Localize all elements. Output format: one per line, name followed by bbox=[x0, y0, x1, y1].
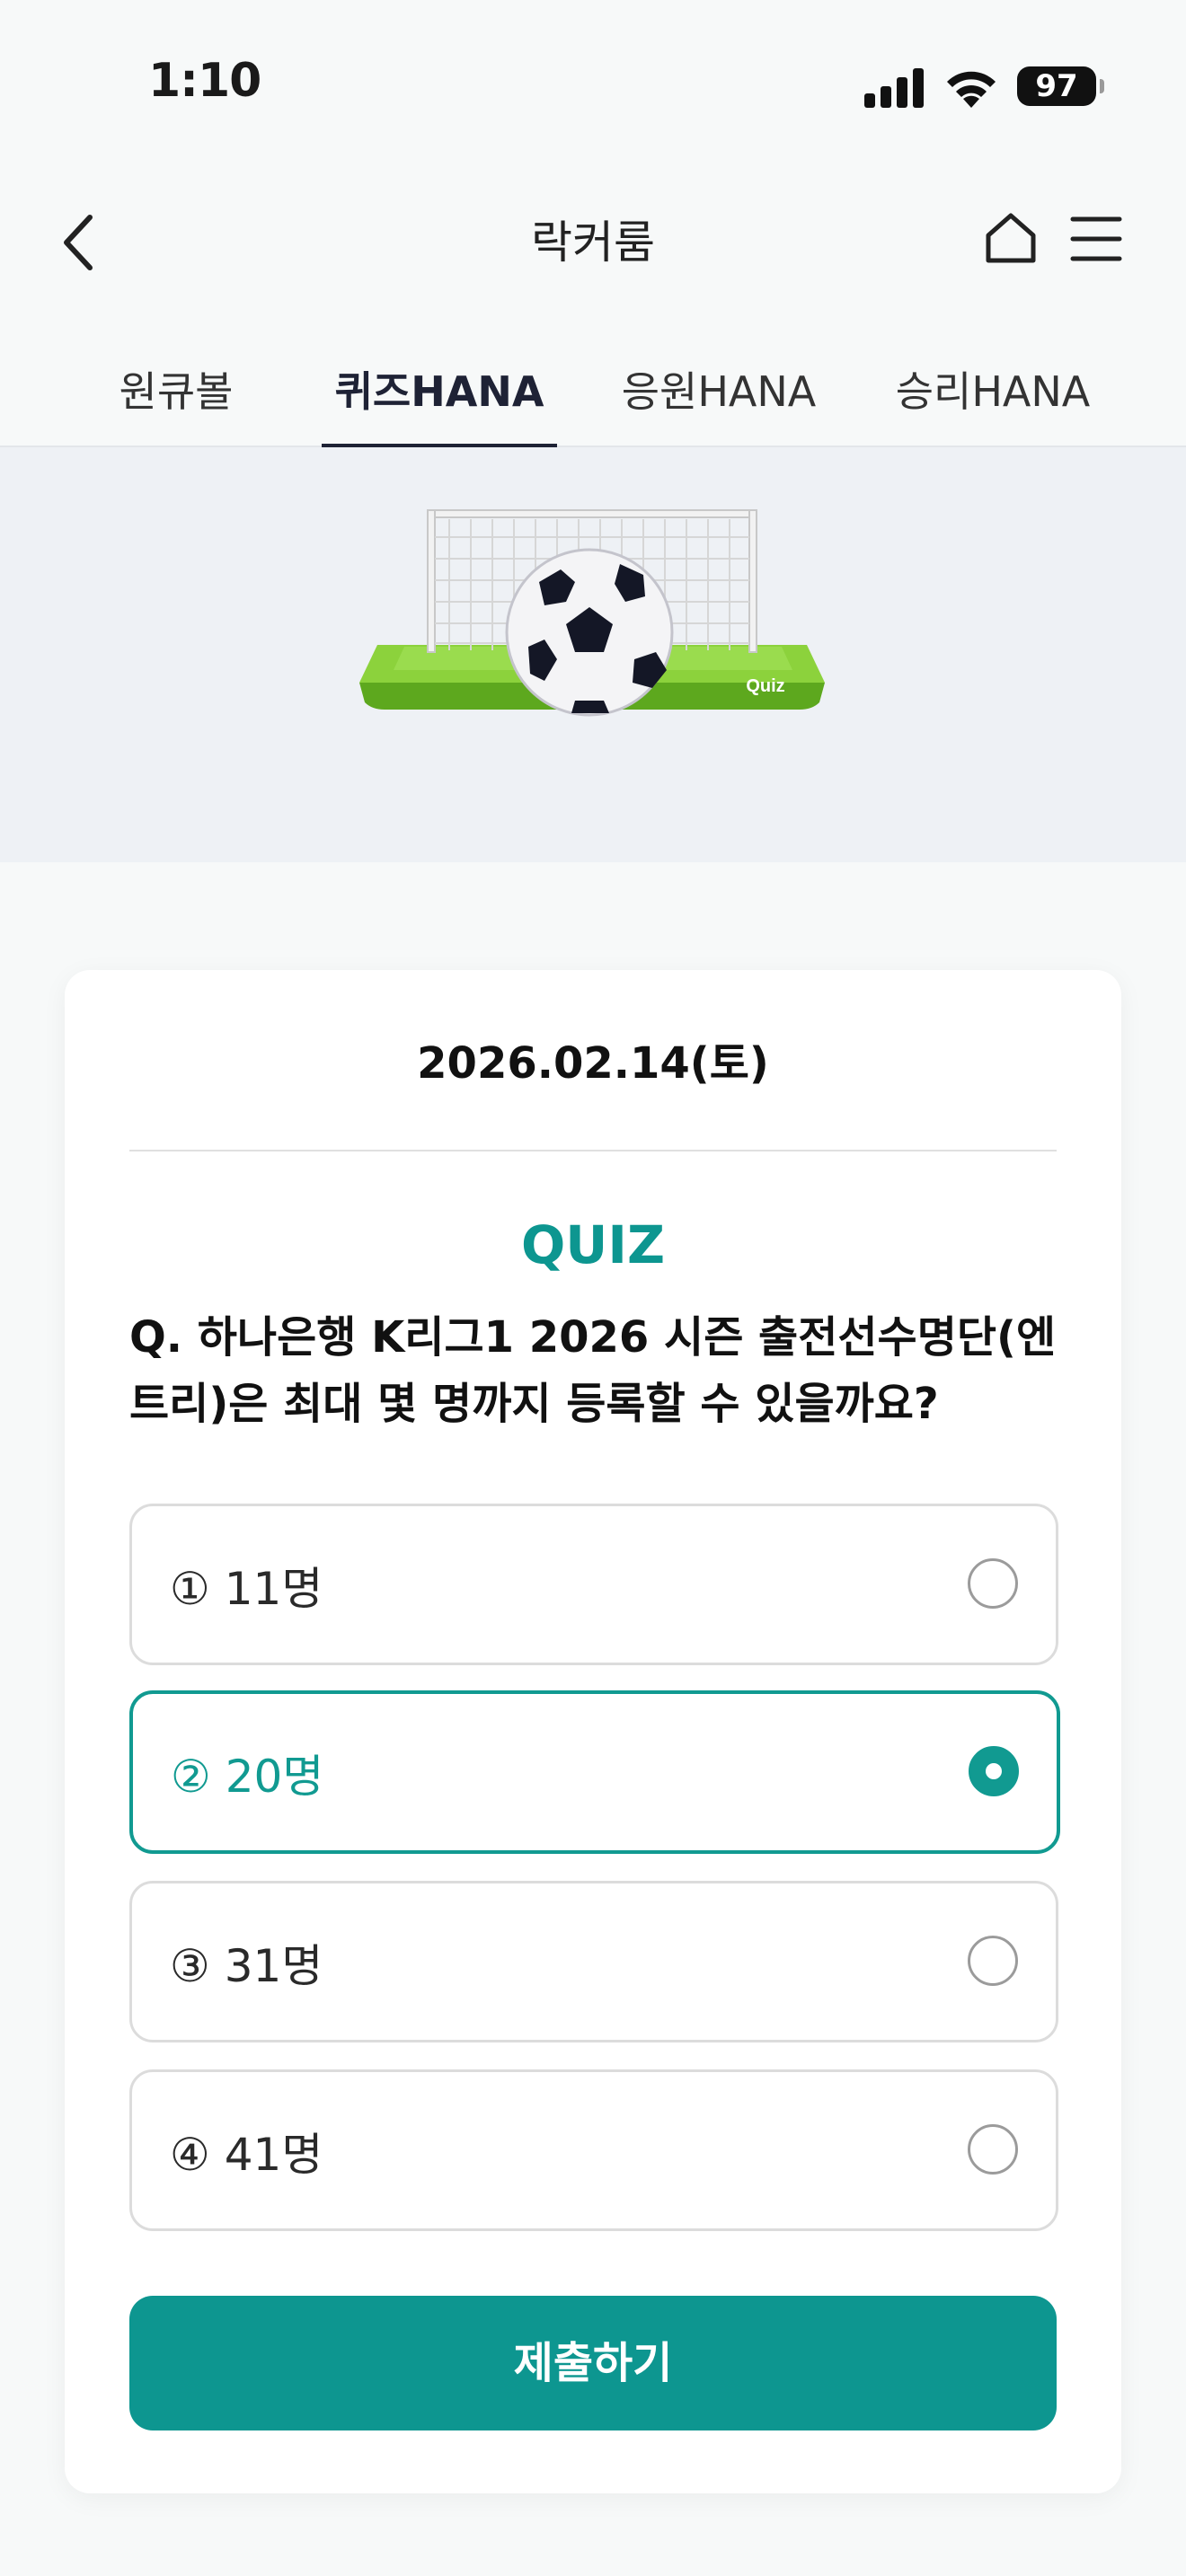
quiz-date: 2026.02.14(토) bbox=[417, 1038, 769, 1089]
tab-cheer-hana[interactable]: 응원HANA bbox=[611, 359, 827, 444]
home-icon[interactable] bbox=[981, 208, 1040, 268]
divider bbox=[129, 1150, 1057, 1151]
hamburger-menu-icon[interactable] bbox=[1069, 214, 1123, 264]
battery-icon: 97 bbox=[1017, 66, 1104, 106]
status-time: 1:10 bbox=[148, 54, 261, 108]
answer-option-1[interactable]: ① 11명 bbox=[129, 1504, 1058, 1665]
tab-victory-hana[interactable]: 승리HANA bbox=[881, 359, 1105, 444]
tab-one-q-ball[interactable]: 원큐볼 bbox=[95, 359, 257, 444]
radio-button[interactable] bbox=[968, 1558, 1018, 1609]
nav-bar: 락커룸 bbox=[0, 171, 1186, 314]
tab-bar: 원큐볼 퀴즈HANA 응원HANA 승리HANA bbox=[0, 323, 1186, 449]
answer-option-2[interactable]: ② 20명 bbox=[129, 1690, 1060, 1854]
status-bar: 1:10 97 bbox=[0, 0, 1186, 171]
answer-option-3[interactable]: ③ 31명 bbox=[129, 1881, 1058, 2042]
soccer-goal-illustration: Quiz bbox=[359, 509, 825, 717]
submit-button[interactable]: 제출하기 bbox=[129, 2296, 1057, 2430]
radio-button-selected[interactable] bbox=[969, 1746, 1019, 1796]
answer-option-label: ③ 31명 bbox=[170, 1940, 323, 1992]
quiz-badge-text: Quiz bbox=[746, 676, 784, 696]
quiz-banner: Quiz bbox=[0, 447, 1186, 862]
quiz-question: Q. 하나은행 K리그1 2026 시즌 출전선수명단(엔트리)은 최대 몇 명… bbox=[129, 1312, 1057, 1429]
radio-button[interactable] bbox=[968, 1936, 1018, 1986]
wifi-icon bbox=[947, 71, 996, 108]
radio-button[interactable] bbox=[968, 2124, 1018, 2175]
quiz-card: 2026.02.14(토) QUIZ Q. 하나은행 K리그1 2026 시즌 … bbox=[65, 970, 1121, 2493]
answer-option-4[interactable]: ④ 41명 bbox=[129, 2069, 1058, 2231]
tab-quiz-hana[interactable]: 퀴즈HANA bbox=[322, 359, 557, 449]
quiz-heading: QUIZ bbox=[520, 1214, 666, 1275]
answer-option-label: ④ 41명 bbox=[170, 2129, 323, 2181]
answer-option-label: ② 20명 bbox=[171, 1751, 324, 1803]
answer-option-label: ① 11명 bbox=[170, 1563, 323, 1615]
cellular-signal-icon bbox=[864, 68, 924, 108]
